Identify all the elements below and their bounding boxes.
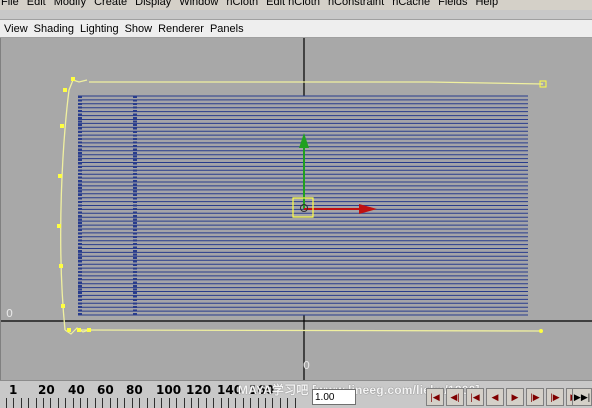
play-forward-icon[interactable]: ▶ — [506, 388, 524, 406]
time-tick-label: 100 — [156, 383, 182, 397]
curve-cv-point[interactable] — [63, 88, 67, 92]
step-back-key-icon[interactable]: ◀| — [446, 388, 464, 406]
origin-label-bottom: 0 — [303, 359, 310, 372]
curve-cv-point[interactable] — [539, 329, 543, 333]
menu-window[interactable]: Window — [175, 0, 222, 10]
app-menubar: File Edit Modify Create Display Window n… — [0, 0, 592, 10]
curve-cv-point[interactable] — [59, 264, 63, 268]
menu-file[interactable]: File — [0, 0, 23, 10]
panel-menu-panels[interactable]: Panels — [207, 23, 247, 35]
play-back-icon[interactable]: ◀ — [486, 388, 504, 406]
time-slider[interactable]: 1 20 40 60 80 100 120 140 160 MAYA学习吧 [www.linee… — [0, 380, 592, 408]
menu-edit-ncloth[interactable]: Edit nCloth — [262, 0, 324, 10]
menu-help[interactable]: Help — [471, 0, 502, 10]
panel-menu-shading[interactable]: Shading — [31, 23, 77, 35]
curve-cv-point[interactable] — [61, 304, 65, 308]
curve-cv-point[interactable] — [58, 174, 62, 178]
origin-label-left: 0 — [6, 307, 13, 320]
time-tick-label: 1 — [9, 383, 18, 397]
menu-display[interactable]: Display — [131, 0, 175, 10]
time-tick-label: 40 — [68, 383, 85, 397]
panel-menu-show[interactable]: Show — [122, 23, 156, 35]
viewport-panel[interactable]: 0 0 — [0, 38, 592, 380]
curve-cv-point[interactable] — [77, 328, 81, 332]
step-forward-icon[interactable]: |▶ — [526, 388, 544, 406]
curve-cv-point[interactable] — [57, 224, 61, 228]
curve-cv-point[interactable] — [71, 77, 75, 81]
viewport-canvas[interactable]: 0 0 — [1, 38, 592, 380]
go-to-start-icon[interactable]: |◀ — [426, 388, 444, 406]
panel-menu-lighting[interactable]: Lighting — [77, 23, 122, 35]
panel-menu-view[interactable]: View — [0, 23, 31, 35]
menu-nconstraint[interactable]: nConstraint — [324, 0, 388, 10]
time-tick-label: 20 — [38, 383, 55, 397]
current-time-field[interactable]: 1.00 — [312, 389, 356, 405]
menu-create[interactable]: Create — [90, 0, 131, 10]
curve-cv-point[interactable] — [67, 328, 71, 332]
menu-fields[interactable]: Fields — [434, 0, 471, 10]
panel-menubar: View Shading Lighting Show Renderer Pane… — [0, 19, 592, 38]
panel-menu-renderer[interactable]: Renderer — [155, 23, 207, 35]
curve-cv-point[interactable] — [60, 124, 64, 128]
time-tick-label: 120 — [186, 383, 212, 397]
step-back-icon[interactable]: |◀ — [466, 388, 484, 406]
time-tick-label: 60 — [97, 383, 114, 397]
playback-options-icon[interactable]: ▶▶| — [572, 388, 592, 406]
time-tick-label: 80 — [126, 383, 143, 397]
menu-edit[interactable]: Edit — [23, 0, 50, 10]
menu-ncache[interactable]: nCache — [388, 0, 434, 10]
menu-ncloth[interactable]: nCloth — [222, 0, 262, 10]
curve-cv-point[interactable] — [87, 328, 91, 332]
menu-modify[interactable]: Modify — [50, 0, 90, 10]
step-forward-key-icon[interactable]: |▶ — [546, 388, 564, 406]
